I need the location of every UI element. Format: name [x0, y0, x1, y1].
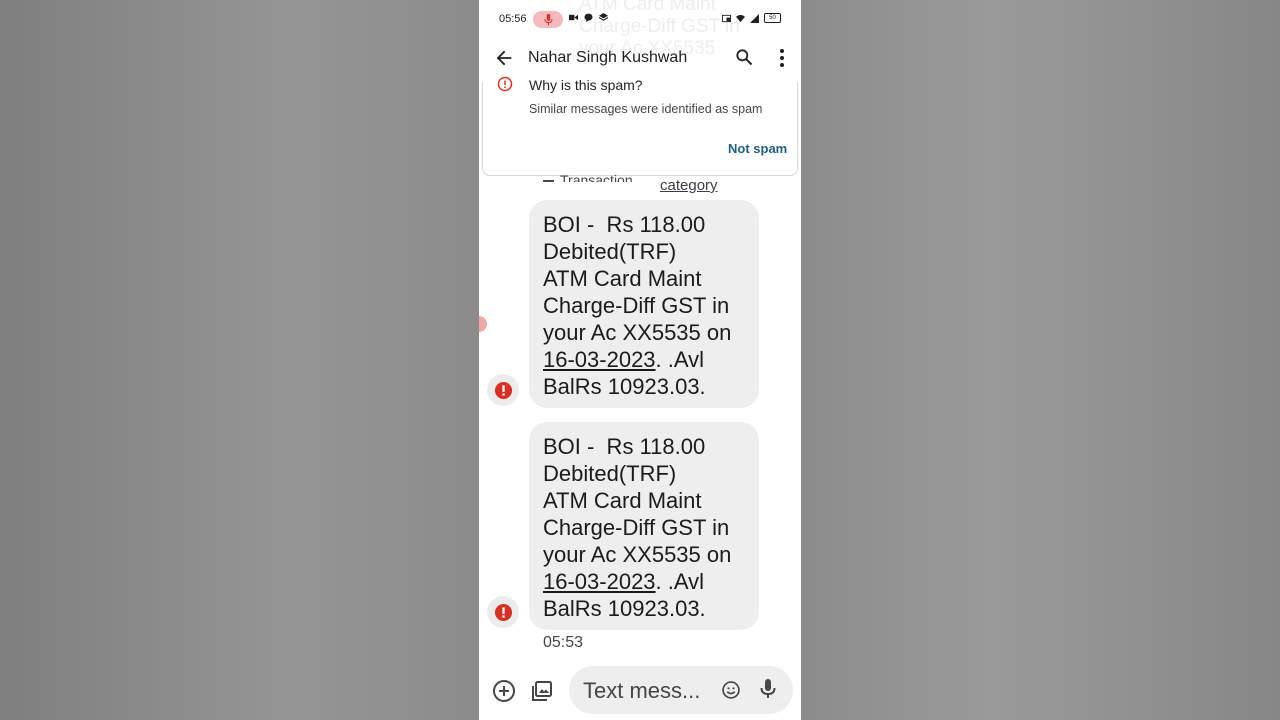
system-icons: 50 [722, 13, 781, 23]
category-link[interactable]: category [660, 177, 718, 194]
gallery-icon[interactable] [530, 679, 554, 703]
mic-in-use-indicator[interactable] [533, 11, 563, 28]
signal-icon [750, 13, 759, 23]
chat-bubble-icon [584, 13, 593, 22]
transaction-dash-icon [543, 180, 554, 182]
message-line: ATM Card Maint [543, 266, 702, 291]
spam-card-title: Why is this spam? [529, 77, 643, 93]
message-line: your Ac XX5535 on [543, 320, 732, 345]
spam-info-card: Why is this spam? Similar messages were … [482, 76, 798, 176]
message-line: . .Avl [655, 569, 705, 594]
message-date-link[interactable]: 16-03-2023 [543, 569, 656, 594]
message-line: ATM Card Maint [543, 488, 702, 513]
message-input[interactable] [581, 676, 715, 706]
transaction-label: Transaction [543, 172, 653, 182]
microphone-icon [544, 13, 552, 25]
search-icon[interactable] [734, 47, 754, 67]
message-date-link[interactable]: 16-03-2023 [543, 347, 656, 372]
status-time: 05:56 [499, 13, 527, 25]
message-line: your Ac XX5535 on [543, 542, 732, 567]
wifi-icon [736, 14, 745, 22]
contact-name: Nahar Singh Kushwah [528, 49, 688, 66]
message-line: BalRs 10923.03. [543, 596, 706, 621]
message-line: BOI - Rs 118.00 [543, 434, 706, 459]
cast-icon [722, 14, 731, 22]
send-error-badge[interactable] [487, 374, 519, 406]
error-icon [494, 381, 512, 399]
spam-card-description: Similar messages were identified as spam [529, 102, 763, 116]
message-line: . .Avl [655, 347, 705, 372]
error-icon [494, 603, 512, 621]
app-bar: Nahar Singh Kushwah [479, 38, 801, 78]
message-line: BOI - Rs 118.00 [543, 212, 706, 237]
battery-icon: 50 [764, 13, 781, 23]
send-error-badge[interactable] [487, 596, 519, 628]
transaction-text: Transaction [560, 172, 633, 182]
more-options-icon[interactable] [772, 47, 792, 69]
message-bubble[interactable]: BOI - Rs 118.00 Debited(TRF) ATM Card Ma… [529, 422, 759, 630]
message-bubble[interactable]: BOI - Rs 118.00 Debited(TRF) ATM Card Ma… [529, 200, 759, 408]
info-warning-icon [497, 76, 513, 92]
emoji-icon[interactable] [721, 680, 741, 700]
message-line: BalRs 10923.03. [543, 374, 706, 399]
overlay-pink-dot [479, 316, 487, 332]
phone-screen: 05:56 50 ATM Card Maint Charge-Diff GST … [479, 0, 801, 720]
add-attachment-icon[interactable] [492, 679, 516, 703]
notification-icons [569, 13, 608, 22]
video-backdrop-right [801, 0, 1280, 720]
back-arrow-icon[interactable] [493, 47, 515, 69]
message-line: Debited(TRF) [543, 461, 677, 486]
message-timestamp: 05:53 [543, 634, 584, 651]
not-spam-button[interactable]: Not spam [728, 141, 787, 156]
message-text-field[interactable] [569, 666, 793, 714]
video-camera-icon [569, 14, 578, 21]
status-bar: 05:56 50 ATM Card Maint Charge-Diff GST … [479, 0, 801, 59]
video-backdrop-left [0, 0, 479, 720]
microphone-icon[interactable] [758, 678, 778, 700]
message-line: Charge-Diff GST in [543, 293, 730, 318]
message-composer [479, 660, 801, 720]
message-line: Charge-Diff GST in [543, 515, 730, 540]
message-line: Debited(TRF) [543, 239, 677, 264]
layers-icon [599, 13, 608, 21]
